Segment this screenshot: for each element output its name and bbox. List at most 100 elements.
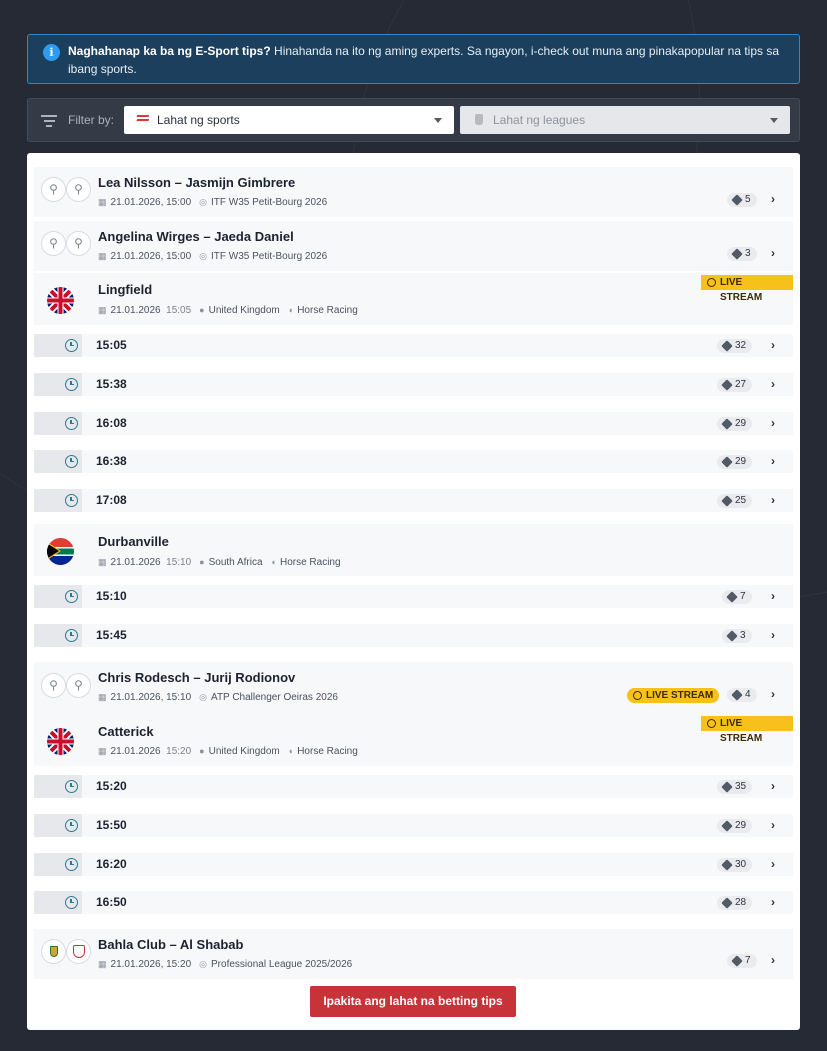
- race-time: 15:45: [96, 628, 127, 642]
- tag-icon: [721, 897, 733, 909]
- clock-icon: [65, 339, 78, 352]
- uk-flag-icon: [47, 728, 74, 755]
- match-row[interactable]: ⚲ ⚲ Angelina Wirges – Jaeda Daniel ▦ 21.0…: [34, 221, 793, 271]
- chevron-right-icon[interactable]: ›: [771, 779, 775, 793]
- esport-info-banner: i Naghahanap ka ba ng E-Sport tips? Hina…: [27, 34, 800, 84]
- calendar-icon: ▦: [98, 692, 107, 702]
- clock-icon: [65, 417, 78, 430]
- chevron-right-icon[interactable]: ›: [771, 416, 775, 430]
- tennis-racket-icon: ⚲: [66, 177, 91, 202]
- tips-count-badge: 28: [717, 896, 753, 910]
- calendar-icon: ▦: [98, 197, 107, 207]
- race-meta: ▦ 21.01.2026 15:05 ● United Kingdom ◖ Horse R…: [98, 305, 358, 316]
- tips-count-badge: 7: [727, 954, 757, 968]
- match-title: Angelina Wirges – Jaeda Daniel: [98, 229, 294, 244]
- venue-title: Catterick: [98, 724, 154, 739]
- race-meeting-header[interactable]: Catterick ▦ 21.01.2026 15:20 ● United Kingd…: [34, 714, 793, 766]
- race-time: 17:08: [96, 493, 127, 507]
- match-meta: ▦ 21.01.2026, 15:10 ◎ ATP Challenger Oeiras…: [98, 692, 338, 703]
- chevron-right-icon[interactable]: ›: [771, 628, 775, 642]
- al-shabab-logo-icon: [66, 939, 91, 964]
- filter-bar: Filter by: Lahat ng sports Lahat ng leag…: [27, 98, 800, 142]
- tag-icon: [731, 248, 743, 260]
- chevron-right-icon[interactable]: ›: [771, 589, 775, 603]
- match-title: Lea Nilsson – Jasmijn Gimbrere: [98, 175, 296, 190]
- live-stream-badge[interactable]: LIVE STREAM: [627, 688, 720, 703]
- chevron-right-icon[interactable]: ›: [771, 857, 775, 871]
- match-title: Bahla Club – Al Shabab: [98, 937, 244, 952]
- live-stream-badge[interactable]: LIVE STREAM: [701, 716, 793, 744]
- race-row[interactable]: 16:50 28 ›: [34, 891, 793, 914]
- race-meta: ▦ 21.01.2026 15:10 ● South Africa ◖ Horse Rac…: [98, 557, 341, 568]
- league-icon: ◎: [199, 251, 208, 261]
- leagues-select[interactable]: Lahat ng leagues: [460, 106, 790, 134]
- clock-icon: [65, 780, 78, 793]
- filter-label: Filter by:: [68, 113, 115, 127]
- match-row[interactable]: ⚲ ⚲ Chris Rodesch – Jurij Rodionov ▦ 21.0…: [34, 662, 793, 714]
- chevron-right-icon[interactable]: ›: [771, 377, 775, 391]
- tips-count-badge: 32: [717, 339, 753, 353]
- calendar-icon: ▦: [98, 251, 107, 261]
- chevron-right-icon[interactable]: ›: [771, 338, 775, 352]
- clock-icon: [65, 629, 78, 642]
- match-title: Chris Rodesch – Jurij Rodionov: [98, 670, 296, 685]
- race-row[interactable]: 15:05 32 ›: [34, 334, 793, 357]
- tag-icon: [721, 418, 733, 430]
- calendar-icon: ▦: [98, 959, 107, 969]
- match-row[interactable]: Bahla Club – Al Shabab ▦ 21.01.2026, 15:2…: [34, 929, 793, 979]
- chevron-right-icon[interactable]: ›: [771, 953, 775, 967]
- race-time: 16:50: [96, 895, 127, 909]
- location-pin-icon: ●: [199, 746, 205, 756]
- horse-icon: ◖: [287, 305, 294, 315]
- race-time: 15:05: [96, 338, 127, 352]
- sports-icon: [136, 115, 150, 124]
- chevron-right-icon[interactable]: ›: [771, 493, 775, 507]
- calendar-icon: ▦: [98, 746, 107, 756]
- race-row[interactable]: 15:45 3 ›: [34, 624, 793, 647]
- match-row[interactable]: ⚲ ⚲ Lea Nilsson – Jasmijn Gimbrere ▦ 21.0…: [34, 167, 793, 217]
- tag-icon: [721, 859, 733, 871]
- chevron-right-icon[interactable]: ›: [771, 687, 775, 701]
- venue-title: Lingfield: [98, 282, 153, 297]
- live-stream-badge[interactable]: LIVE STREAM: [701, 275, 793, 303]
- race-meeting-header[interactable]: Durbanville ▦ 21.01.2026 15:10 ● South Afri…: [34, 524, 793, 576]
- south-africa-flag-icon: [47, 538, 74, 565]
- race-row[interactable]: 17:08 25 ›: [34, 489, 793, 512]
- tips-count-badge: 7: [722, 590, 752, 604]
- filter-icon: [41, 115, 57, 127]
- race-row[interactable]: 15:38 27 ›: [34, 373, 793, 396]
- race-meeting-header[interactable]: Lingfield ▦ 21.01.2026 15:05 ● United Kingd…: [34, 273, 793, 325]
- tips-count-badge: 30: [717, 858, 753, 872]
- sports-select[interactable]: Lahat ng sports: [124, 106, 454, 134]
- tag-icon: [731, 194, 743, 206]
- clock-icon: [65, 378, 78, 391]
- clock-icon: [65, 819, 78, 832]
- clock-icon: [65, 590, 78, 603]
- tennis-racket-icon: ⚲: [41, 673, 66, 698]
- clock-icon: [65, 494, 78, 507]
- race-time: 15:10: [96, 589, 127, 603]
- race-row[interactable]: 16:38 29 ›: [34, 450, 793, 473]
- race-row[interactable]: 15:10 7 ›: [34, 585, 793, 608]
- race-row[interactable]: 16:20 30 ›: [34, 853, 793, 876]
- race-row[interactable]: 15:50 29 ›: [34, 814, 793, 837]
- tips-count-badge: 29: [717, 819, 753, 833]
- chevron-right-icon[interactable]: ›: [771, 818, 775, 832]
- show-all-tips-button[interactable]: Ipakita ang lahat na betting tips: [310, 986, 516, 1017]
- race-row[interactable]: 16:08 29 ›: [34, 412, 793, 435]
- location-pin-icon: ●: [199, 305, 205, 315]
- tips-count-badge: 3: [722, 629, 752, 643]
- chevron-right-icon[interactable]: ›: [771, 454, 775, 468]
- chevron-right-icon[interactable]: ›: [771, 192, 775, 206]
- tips-count-badge: 3: [727, 247, 757, 261]
- chevron-right-icon[interactable]: ›: [771, 246, 775, 260]
- chevron-right-icon[interactable]: ›: [771, 895, 775, 909]
- tennis-racket-icon: ⚲: [66, 231, 91, 256]
- race-row[interactable]: 15:20 35 ›: [34, 775, 793, 798]
- league-icon: ◎: [199, 692, 208, 702]
- match-meta: ▦ 21.01.2026, 15:00 ◎ ITF W35 Petit-Bourg 2…: [98, 197, 328, 208]
- location-pin-icon: ●: [199, 557, 205, 567]
- tips-count-badge: 29: [717, 455, 753, 469]
- uk-flag-icon: [47, 287, 74, 314]
- tag-icon: [721, 820, 733, 832]
